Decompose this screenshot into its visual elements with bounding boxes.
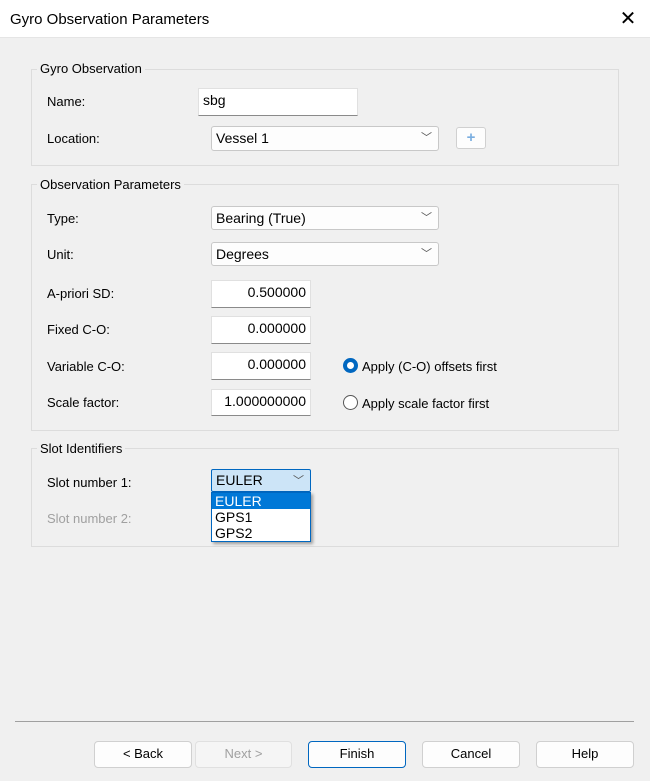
observation-parameters-legend: Observation Parameters bbox=[37, 177, 184, 192]
scale-factor-input[interactable]: 1.000000000 bbox=[211, 389, 311, 416]
slot-number-1-select[interactable]: EULER ﹀ bbox=[211, 469, 311, 492]
slot-identifiers-legend: Slot Identifiers bbox=[37, 441, 126, 456]
type-select[interactable]: Bearing (True) ﹀ bbox=[211, 206, 439, 230]
slot-option-euler[interactable]: EULER bbox=[212, 493, 310, 509]
plus-icon: + bbox=[466, 129, 476, 146]
chevron-down-icon: ﹀ bbox=[293, 475, 304, 487]
slot-option-gps2[interactable]: GPS2 bbox=[212, 525, 310, 541]
location-label: Location: bbox=[47, 131, 100, 146]
apply-offsets-first-label[interactable]: Apply (C-O) offsets first bbox=[362, 359, 497, 374]
apply-offsets-first-radio[interactable] bbox=[343, 358, 358, 373]
variable-co-input[interactable]: 0.000000 bbox=[211, 352, 311, 380]
name-label: Name: bbox=[47, 94, 86, 109]
chevron-down-icon: ﹀ bbox=[421, 248, 432, 260]
scale-factor-label: Scale factor: bbox=[47, 395, 120, 410]
slot-number-1-value: EULER bbox=[216, 472, 263, 488]
location-select[interactable]: Vessel 1 ﹀ bbox=[211, 126, 439, 151]
next-button[interactable]: Next > bbox=[195, 741, 292, 768]
name-input[interactable]: sbg bbox=[198, 88, 358, 116]
unit-label: Unit: bbox=[47, 247, 74, 262]
slot-identifiers-group bbox=[31, 448, 619, 547]
type-label: Type: bbox=[47, 211, 79, 226]
apply-scale-first-radio[interactable] bbox=[343, 395, 358, 410]
add-location-button[interactable]: + bbox=[456, 127, 486, 149]
gyro-observation-group bbox=[31, 69, 619, 166]
cancel-button[interactable]: Cancel bbox=[422, 741, 520, 768]
finish-button[interactable]: Finish bbox=[308, 741, 406, 768]
title-bar: Gyro Observation Parameters ✕ bbox=[0, 0, 650, 38]
close-icon[interactable]: ✕ bbox=[612, 4, 644, 34]
apriori-sd-input[interactable]: 0.500000 bbox=[211, 280, 311, 308]
back-button[interactable]: < Back bbox=[94, 741, 192, 768]
variable-co-label: Variable C-O: bbox=[47, 359, 125, 374]
slot-number-1-label: Slot number 1: bbox=[47, 475, 132, 490]
fixed-co-input[interactable]: 0.000000 bbox=[211, 316, 311, 344]
apply-scale-first-label[interactable]: Apply scale factor first bbox=[362, 396, 489, 411]
separator bbox=[15, 721, 634, 722]
slot-dropdown-list: EULER GPS1 GPS2 bbox=[211, 492, 311, 542]
chevron-down-icon: ﹀ bbox=[421, 212, 432, 224]
apriori-sd-label: A-priori SD: bbox=[47, 286, 115, 301]
help-button[interactable]: Help bbox=[536, 741, 634, 768]
slot-number-2-label: Slot number 2: bbox=[47, 511, 132, 526]
chevron-down-icon: ﹀ bbox=[421, 132, 432, 144]
fixed-co-label: Fixed C-O: bbox=[47, 322, 110, 337]
window-title: Gyro Observation Parameters bbox=[10, 11, 210, 28]
unit-select[interactable]: Degrees ﹀ bbox=[211, 242, 439, 266]
slot-option-gps1[interactable]: GPS1 bbox=[212, 509, 310, 525]
type-value: Bearing (True) bbox=[216, 210, 306, 226]
gyro-observation-legend: Gyro Observation bbox=[37, 61, 145, 76]
location-value: Vessel 1 bbox=[216, 130, 269, 146]
unit-value: Degrees bbox=[216, 246, 269, 262]
